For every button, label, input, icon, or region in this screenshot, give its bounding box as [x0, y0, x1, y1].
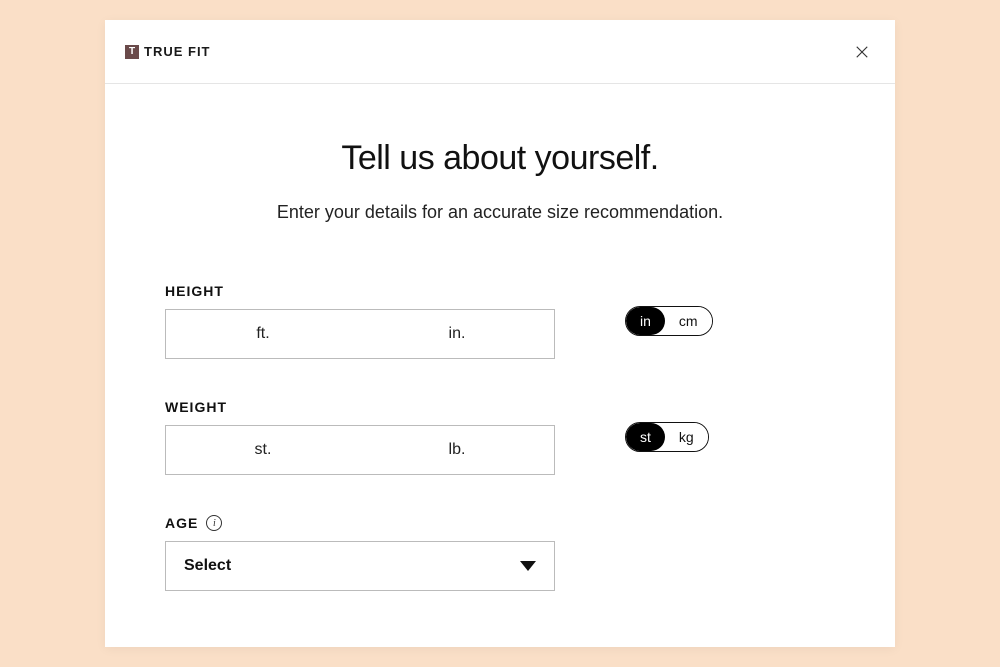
height-input[interactable]: ft. in.	[165, 309, 555, 359]
modal-body: Tell us about yourself. Enter your detai…	[105, 84, 895, 591]
weight-unit-kg[interactable]: kg	[665, 423, 708, 451]
weight-stone-input[interactable]: st.	[166, 426, 360, 474]
height-unit-cm[interactable]: cm	[665, 307, 712, 335]
weight-input[interactable]: st. lb.	[165, 425, 555, 475]
chevron-down-icon	[520, 561, 536, 571]
page-subtitle: Enter your details for an accurate size …	[165, 202, 835, 223]
profile-form: HEIGHT ft. in. in cm	[165, 283, 835, 591]
age-field: AGE i Select	[165, 515, 835, 591]
height-unit-in[interactable]: in	[626, 307, 665, 335]
brand: T TRUE FIT	[125, 44, 211, 59]
brand-name: TRUE FIT	[144, 44, 211, 59]
weight-pounds-input[interactable]: lb.	[360, 426, 554, 474]
size-modal: T TRUE FIT Tell us about yourself. Enter…	[105, 20, 895, 647]
age-select[interactable]: Select	[165, 541, 555, 591]
age-select-value: Select	[184, 557, 231, 575]
page-title: Tell us about yourself.	[165, 139, 835, 178]
weight-field: WEIGHT st. lb. st kg	[165, 399, 835, 475]
info-icon[interactable]: i	[206, 515, 222, 531]
weight-unit-st[interactable]: st	[626, 423, 665, 451]
height-unit-toggle[interactable]: in cm	[625, 306, 713, 336]
close-button[interactable]	[849, 39, 875, 65]
close-icon	[853, 43, 871, 61]
height-field: HEIGHT ft. in. in cm	[165, 283, 835, 359]
brand-logo-icon: T	[125, 45, 139, 59]
weight-unit-toggle[interactable]: st kg	[625, 422, 709, 452]
modal-header: T TRUE FIT	[105, 20, 895, 84]
weight-label: WEIGHT	[165, 399, 227, 415]
height-inches-input[interactable]: in.	[360, 310, 554, 358]
height-label: HEIGHT	[165, 283, 224, 299]
age-label: AGE	[165, 515, 198, 531]
height-feet-input[interactable]: ft.	[166, 310, 360, 358]
